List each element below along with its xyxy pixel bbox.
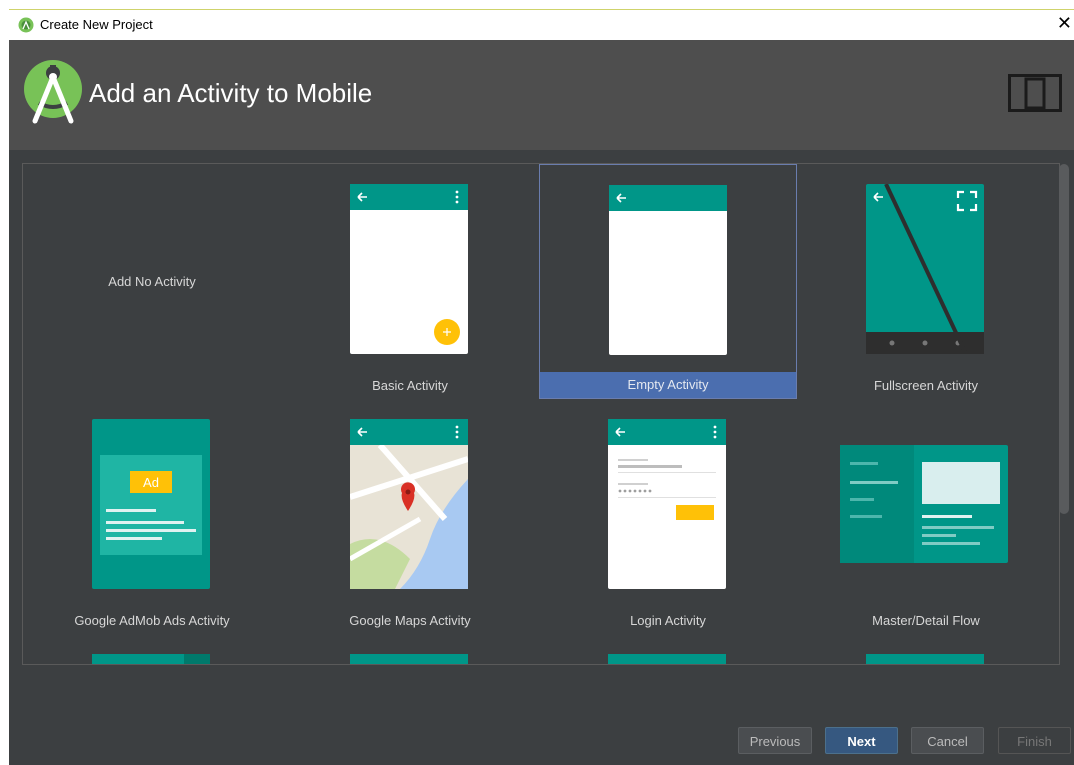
activity-card-maps[interactable]: Google Maps Activity <box>281 399 539 634</box>
window-title: Create New Project <box>40 17 153 32</box>
next-button[interactable]: Next <box>825 727 898 754</box>
mobile-device-icon <box>1008 74 1062 112</box>
wizard-header: Add an Activity to Mobile <box>9 40 1074 150</box>
basic-activity-preview <box>350 184 468 354</box>
activity-card-login[interactable]: Login Activity <box>539 399 797 634</box>
activity-gallery: Add No Activity Basic Activity Empty Act… <box>22 163 1060 665</box>
partial-activity-preview <box>608 654 726 664</box>
page-title: Add an Activity to Mobile <box>89 78 373 108</box>
android-studio-icon <box>18 17 34 33</box>
activity-card-master-detail[interactable]: Master/Detail Flow <box>797 399 1055 634</box>
activity-label: Empty Activity <box>540 372 796 398</box>
fullscreen-activity-preview <box>866 184 984 354</box>
partial-activity-preview <box>92 654 210 664</box>
cancel-button[interactable]: Cancel <box>911 727 984 754</box>
activity-card-no-activity[interactable]: Add No Activity <box>23 164 281 399</box>
create-project-window: Create New Project ✕ Add an Activity to … <box>9 9 1074 765</box>
close-icon[interactable]: ✕ <box>1057 13 1072 33</box>
partial-activity-preview <box>866 654 984 664</box>
activity-card-fullscreen[interactable]: Fullscreen Activity <box>797 164 1055 399</box>
master-detail-preview <box>840 445 1008 563</box>
empty-activity-preview <box>609 185 727 355</box>
activity-label: Fullscreen Activity <box>873 378 979 393</box>
activity-label: Master/Detail Flow <box>872 613 980 628</box>
activity-label: Add No Activity <box>108 274 196 289</box>
activity-label: Google Maps Activity <box>349 613 471 628</box>
activity-card-admob[interactable]: Ad Google AdMob Ads Activity <box>23 399 281 634</box>
previous-button[interactable]: Previous <box>738 727 812 754</box>
finish-button[interactable]: Finish <box>998 727 1071 754</box>
activity-card-basic[interactable]: Basic Activity <box>281 164 539 399</box>
partial-activity-preview <box>350 654 468 664</box>
activity-card-empty[interactable]: Empty Activity <box>539 164 797 399</box>
gallery-scrollbar[interactable] <box>1059 164 1069 514</box>
activity-label: Login Activity <box>630 613 706 628</box>
maps-activity-preview <box>350 419 468 589</box>
activity-label: Google AdMob Ads Activity <box>74 613 230 628</box>
ad-badge: Ad <box>143 475 159 490</box>
activity-label: Basic Activity <box>372 378 448 393</box>
android-studio-logo <box>24 60 82 124</box>
login-activity-preview <box>608 419 726 589</box>
admob-activity-preview: Ad <box>92 419 210 589</box>
title-bar: Create New Project ✕ <box>9 9 1074 41</box>
